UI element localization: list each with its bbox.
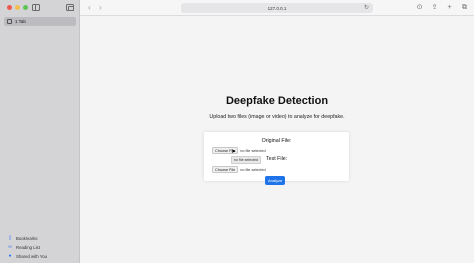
sidebar-item-label: Bookmarks xyxy=(16,235,38,241)
web-page: Deepfake Detection Upload two files (ima… xyxy=(80,16,474,263)
address-text: 127.0.0.1 xyxy=(267,5,287,11)
choose-test-file-button[interactable]: Choose File xyxy=(212,166,239,173)
reload-icon[interactable]: ↻ xyxy=(364,4,369,11)
original-file-input: Choose File no file selected xyxy=(212,147,266,154)
sidebar-item-bookmarks[interactable]: ▯ Bookmarks xyxy=(7,235,47,241)
upload-card: Original File: Choose File no file selec… xyxy=(204,132,349,185)
zoom-window-button[interactable] xyxy=(23,5,28,10)
original-file-label: Original File: xyxy=(261,138,292,144)
sidebar-item-label: Reading List xyxy=(16,244,40,250)
test-file-status: no file selected xyxy=(240,167,266,172)
mouse-cursor-icon: ➤ xyxy=(231,149,237,155)
address-bar[interactable]: 127.0.0.1 ↻ xyxy=(181,3,373,13)
close-window-button[interactable] xyxy=(7,5,12,10)
share-icon[interactable]: ⇪ xyxy=(431,3,438,12)
browser-toolbar: ‹ › 127.0.0.1 ↻ ⊙ ⇪ + ⧉ xyxy=(80,0,474,16)
page-subtitle: Upload two files (image or video) to ana… xyxy=(209,114,345,120)
original-file-status: no file selected xyxy=(240,148,266,153)
minimize-window-button[interactable] xyxy=(15,5,20,10)
bookmark-icon: ▯ xyxy=(8,235,12,241)
sidebar-item-reading-list[interactable]: ∞ Reading List xyxy=(7,244,47,250)
page-title: Deepfake Detection xyxy=(225,95,329,107)
shared-icon: ● xyxy=(8,253,12,259)
tab-group-label: 1 Tab xyxy=(15,19,26,24)
download-icon[interactable]: ⊙ xyxy=(416,3,423,12)
sidebar: 1 Tab ▯ Bookmarks ∞ Reading List ● Share… xyxy=(0,0,80,263)
tabs-icon xyxy=(7,19,12,24)
forward-icon[interactable]: › xyxy=(99,3,102,12)
sidebar-item-shared[interactable]: ● Shared with You xyxy=(7,253,47,259)
test-file-label: Test File: xyxy=(266,156,288,162)
analyze-button[interactable]: Analyze xyxy=(265,176,286,185)
tooltip: no file selected xyxy=(231,156,261,164)
tab-overview-icon[interactable] xyxy=(66,4,74,11)
back-icon[interactable]: ‹ xyxy=(88,3,91,12)
reading-list-icon: ∞ xyxy=(8,244,12,250)
test-file-input: Choose File no file selected xyxy=(212,166,266,173)
new-tab-icon[interactable]: + xyxy=(446,3,453,12)
window-controls xyxy=(7,5,28,10)
sidebar-bottom-links: ▯ Bookmarks ∞ Reading List ● Shared with… xyxy=(7,235,47,259)
sidebar-item-label: Shared with You xyxy=(16,253,48,259)
sidebar-toggle-icon[interactable] xyxy=(32,4,40,11)
toolbar-actions: ⊙ ⇪ + ⧉ xyxy=(416,3,468,12)
tab-overview-icon[interactable]: ⧉ xyxy=(461,3,468,12)
sidebar-tab-group[interactable]: 1 Tab xyxy=(4,17,76,26)
